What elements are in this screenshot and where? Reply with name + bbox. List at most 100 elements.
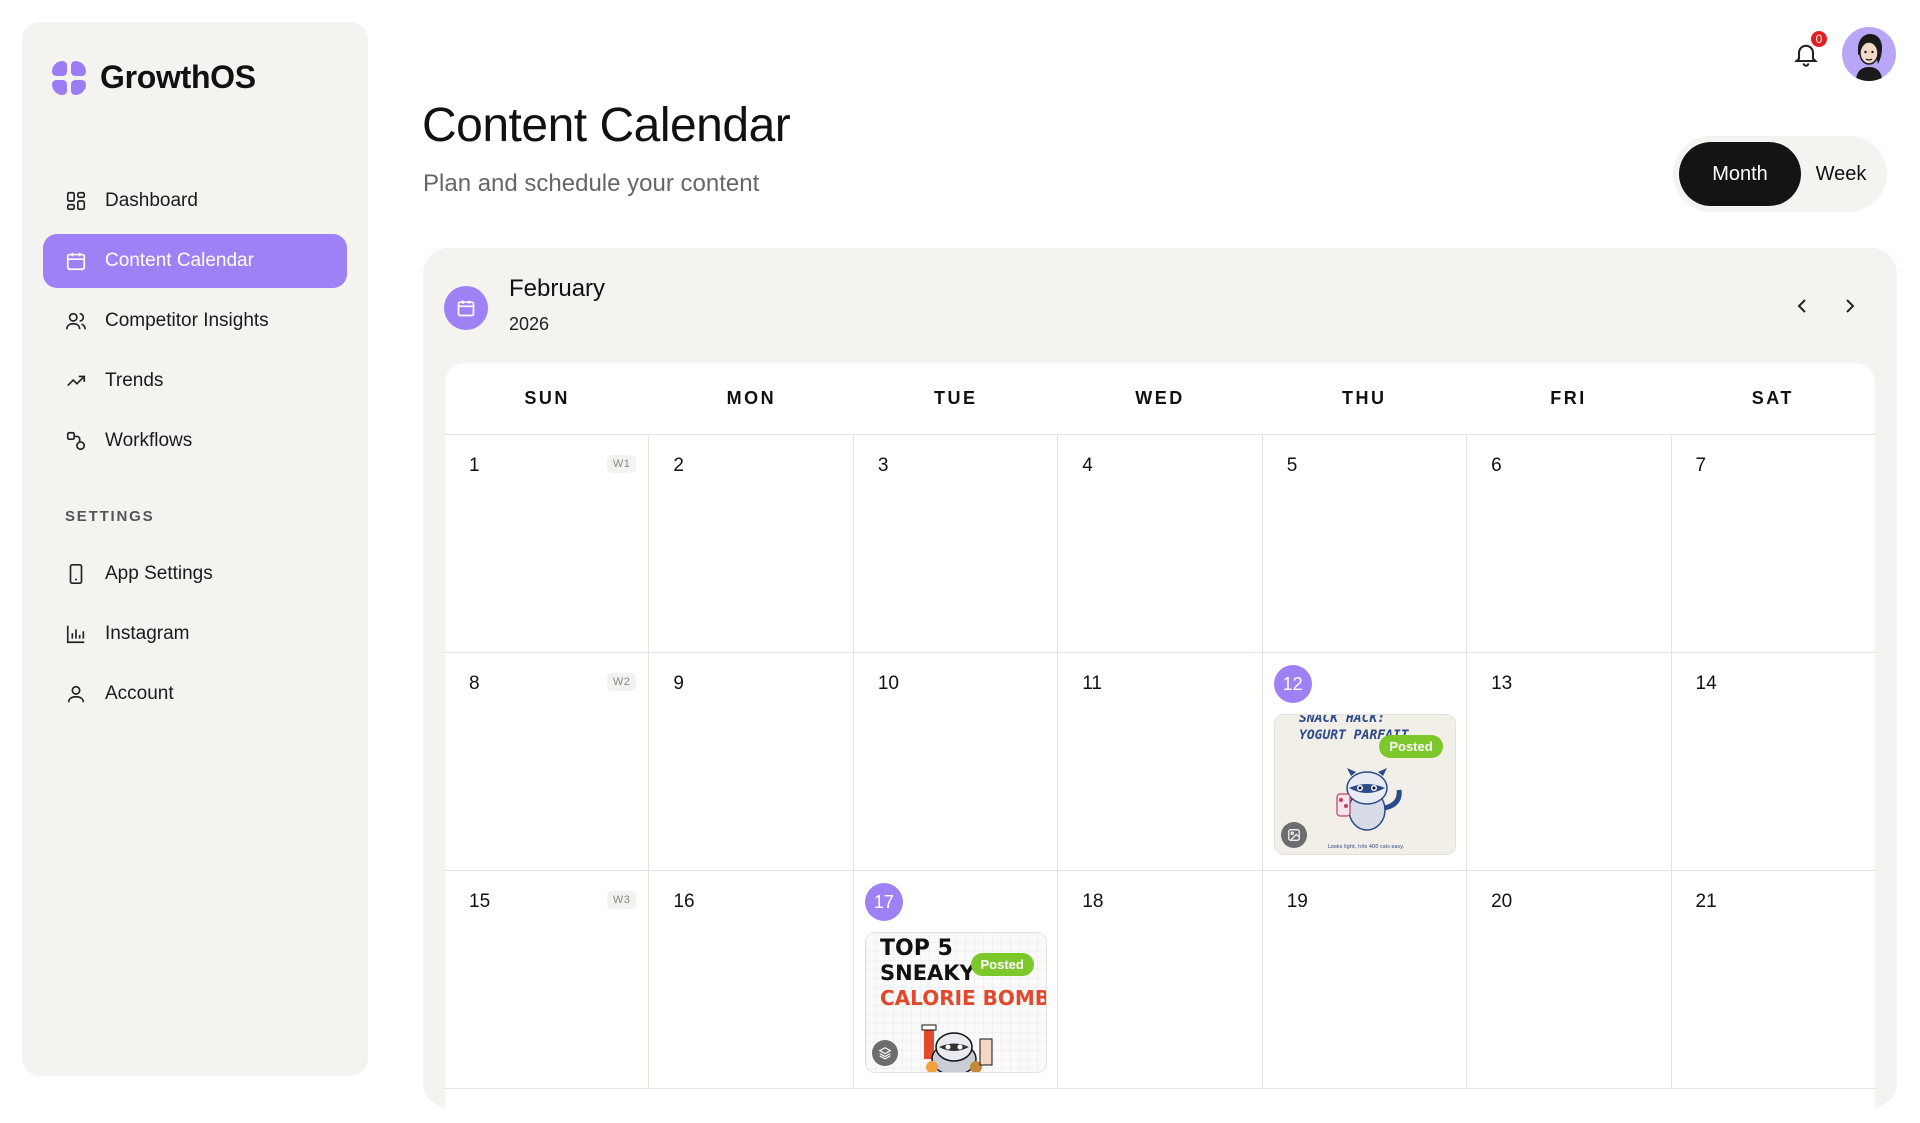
notification-badge: 0 — [1810, 30, 1828, 48]
month-view-button[interactable]: Month — [1679, 142, 1801, 206]
sidebar-item-label: Dashboard — [105, 190, 198, 211]
post-caption: Looks light, hits 400 cals easy. — [1328, 844, 1404, 850]
calendar-icon — [66, 252, 86, 271]
trending-up-icon — [67, 375, 86, 387]
calendar-day[interactable]: 20 — [1467, 871, 1672, 1088]
calendar-day[interactable]: 10 — [854, 653, 1059, 870]
calendar-day[interactable]: 11 — [1058, 653, 1263, 870]
day-number-highlighted: 17 — [864, 883, 903, 921]
calendar-day[interactable]: 13 — [1467, 653, 1672, 870]
sidebar: GrowthOS Dashboard Content Calendar Comp… — [22, 22, 368, 1076]
day-number: 13 — [1491, 673, 1513, 694]
sidebar-item-workflows[interactable]: Workflows — [43, 414, 347, 468]
sidebar-item-label: Competitor Insights — [105, 310, 269, 331]
calendar-day[interactable]: 12 SNACK HACK: YOGURT PARFAIT Looks ligh… — [1263, 653, 1468, 870]
day-number: 16 — [673, 891, 695, 912]
calendar-day[interactable]: 1 W1 — [445, 435, 650, 652]
image-icon — [1280, 822, 1307, 848]
sidebar-item-label: Trends — [105, 370, 164, 391]
page-subtitle: Plan and schedule your content — [423, 170, 760, 197]
calendar-day[interactable]: 19 — [1263, 871, 1468, 1088]
chevron-left-icon[interactable] — [1790, 294, 1814, 318]
calendar-day[interactable]: 2 — [649, 435, 854, 652]
calendar-badge-icon — [444, 286, 488, 330]
weekday-label: MON — [726, 388, 777, 408]
user-icon — [67, 685, 85, 703]
day-number: 14 — [1695, 673, 1717, 694]
day-number: 9 — [673, 673, 684, 694]
day-number: 7 — [1695, 455, 1707, 476]
post-headline: CALORIE BOMBS — [880, 986, 1047, 1010]
weekday-label: SAT — [1751, 388, 1794, 408]
calendar-day[interactable]: 21 — [1672, 871, 1875, 1088]
page-title: Content Calendar — [422, 99, 791, 152]
calendar-week: 15 W3 16 17 TOP 5 SNEAKY CALORIE BOMBS P… — [445, 871, 1875, 1089]
week-tag: W3 — [606, 891, 637, 909]
week-tag: W1 — [606, 455, 637, 473]
day-number: 18 — [1082, 891, 1104, 912]
phone-icon — [69, 564, 83, 584]
weekday-label: THU — [1342, 388, 1387, 408]
weekday-header: SUN MON TUE WED THU FRI SAT — [445, 363, 1875, 435]
day-number: 15 — [469, 891, 491, 912]
status-badge: Posted — [1379, 735, 1443, 758]
weekday-label: FRI — [1550, 388, 1587, 408]
post-headline: SNEAKY — [880, 961, 976, 985]
calendar-week: 8 W2 9 10 11 12 SNACK HACK: YOGURT PARFAI… — [445, 653, 1875, 871]
bar-chart-icon — [66, 625, 85, 644]
week-view-button[interactable]: Week — [1801, 142, 1881, 206]
brand[interactable]: GrowthOS — [52, 59, 256, 96]
status-badge: Posted — [970, 953, 1034, 976]
dashboard-icon — [66, 191, 86, 211]
week-tag: W2 — [606, 673, 637, 691]
day-number-highlighted: 12 — [1273, 665, 1312, 703]
main-nav: Dashboard Content Calendar Competitor In… — [43, 174, 347, 474]
day-number: 20 — [1491, 891, 1513, 912]
post-headline: SNACK HACK: — [1299, 715, 1385, 726]
weekday-label: TUE — [933, 388, 978, 408]
calendar-day[interactable]: 15 W3 — [445, 871, 650, 1088]
sidebar-item-app-settings[interactable]: App Settings — [43, 547, 347, 601]
day-number: 1 — [469, 455, 480, 476]
calendar-day[interactable]: 4 — [1058, 435, 1263, 652]
sidebar-item-label: Content Calendar — [105, 250, 254, 271]
sidebar-item-label: Workflows — [105, 430, 193, 451]
sidebar-item-dashboard[interactable]: Dashboard — [43, 174, 347, 228]
sidebar-item-account[interactable]: Account — [43, 667, 347, 721]
avatar-illustration-icon — [1856, 34, 1882, 81]
post-headline: TOP 5 — [880, 936, 953, 961]
view-toggle: Month Week — [1673, 136, 1887, 212]
calendar-day[interactable]: 6 — [1467, 435, 1672, 652]
calendar-year: 2026 — [509, 314, 550, 334]
calendar-day[interactable]: 9 — [649, 653, 854, 870]
calendar-week: 1 W1 2 3 4 5 6 7 — [445, 435, 1875, 653]
calendar-day[interactable]: 14 — [1672, 653, 1875, 870]
sidebar-item-label: Instagram — [105, 623, 190, 644]
settings-section-label: SETTINGS — [65, 508, 155, 525]
sidebar-item-instagram[interactable]: Instagram — [43, 607, 347, 661]
day-number: 2 — [673, 455, 684, 476]
weekday-label: WED — [1135, 388, 1185, 408]
chevron-right-icon[interactable] — [1838, 294, 1862, 318]
calendar-day[interactable]: 16 — [649, 871, 854, 1088]
sidebar-item-label: App Settings — [105, 563, 213, 584]
brand-logo-icon — [52, 60, 86, 95]
sidebar-item-content-calendar[interactable]: Content Calendar — [43, 234, 347, 288]
brand-name: GrowthOS — [100, 59, 256, 95]
sidebar-item-label: Account — [105, 683, 174, 704]
post-thumbnail[interactable]: TOP 5 SNEAKY CALORIE BOMBS Posted — [864, 932, 1047, 1073]
calendar-day[interactable]: 17 TOP 5 SNEAKY CALORIE BOMBS Posted — [854, 871, 1059, 1088]
sidebar-item-competitor-insights[interactable]: Competitor Insights — [43, 294, 347, 348]
calendar-day[interactable]: 18 — [1058, 871, 1263, 1088]
calendar-day[interactable]: 7 — [1672, 435, 1875, 652]
day-number: 8 — [469, 673, 480, 694]
calendar-day[interactable]: 3 — [854, 435, 1059, 652]
post-thumbnail[interactable]: SNACK HACK: YOGURT PARFAIT Looks light, … — [1273, 714, 1456, 855]
day-number: 4 — [1082, 455, 1093, 476]
calendar-day[interactable]: 8 W2 — [445, 653, 650, 870]
avatar[interactable] — [1842, 27, 1896, 81]
sidebar-item-trends[interactable]: Trends — [43, 354, 347, 408]
day-number: 5 — [1286, 455, 1298, 476]
calendar-day[interactable]: 5 — [1263, 435, 1468, 652]
calendar-panel: February 2026 SUN MON TUE WED THU FRI SA… — [423, 248, 1897, 1123]
